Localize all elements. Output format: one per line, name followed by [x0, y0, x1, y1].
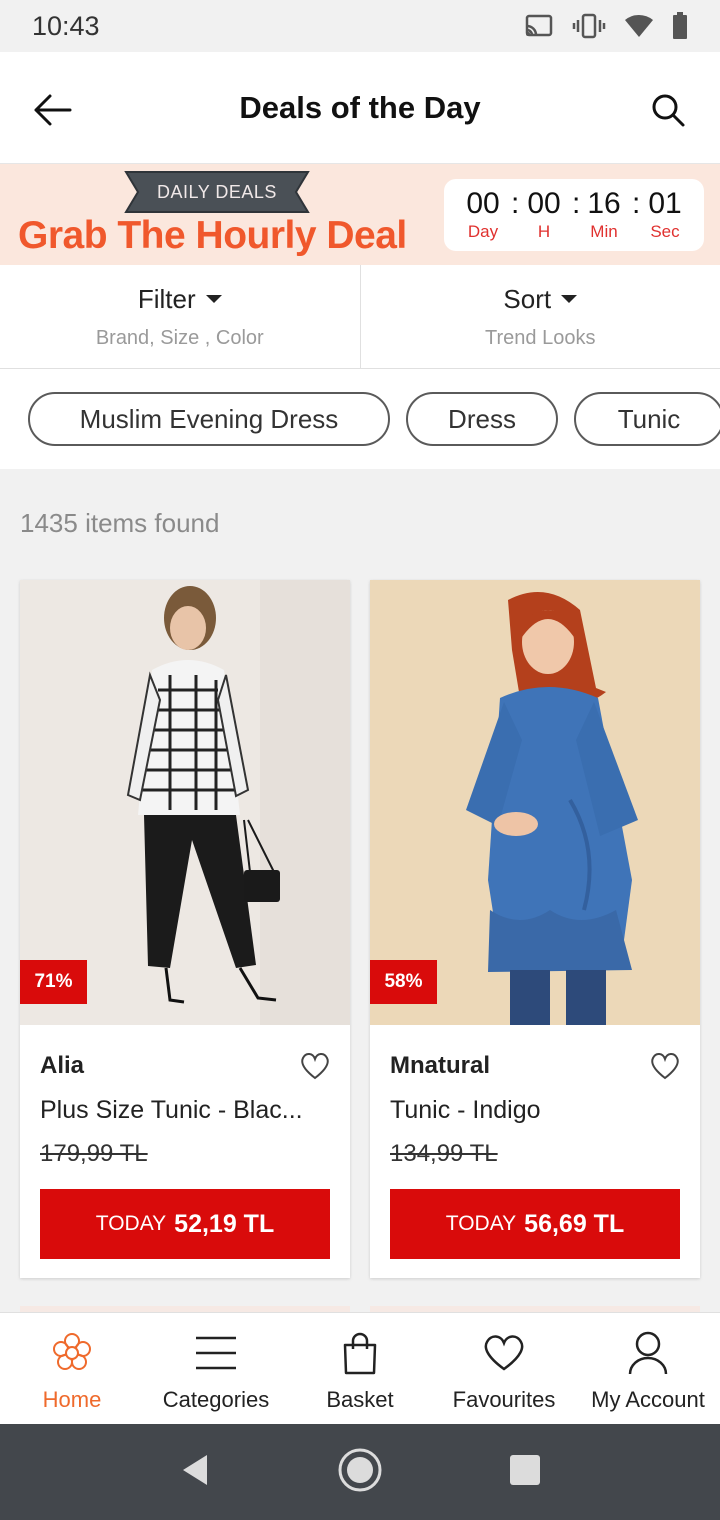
discount-badge: 58%: [370, 960, 437, 1004]
nav-my-account[interactable]: My Account: [576, 1313, 720, 1424]
today-price-button[interactable]: TODAY 52,19 TL: [40, 1189, 330, 1259]
nav-home-label: Home: [42, 1387, 102, 1412]
filter-subtitle: Brand, Size , Color: [95, 326, 264, 349]
today-price: 52,19 TL: [174, 1209, 275, 1238]
search-button[interactable]: [646, 88, 690, 132]
countdown-day: 00 Day: [466, 187, 500, 241]
countdown-minute: 16 Min: [587, 187, 621, 241]
heart-icon: [482, 1331, 526, 1375]
system-home-icon[interactable]: [337, 1447, 383, 1498]
old-price: 179,99 TL: [40, 1140, 148, 1167]
sort-subtitle: Trend Looks: [485, 326, 596, 349]
caret-down-icon: [561, 295, 578, 303]
old-price: 134,99 TL: [390, 1140, 498, 1167]
today-label: TODAY: [95, 1212, 167, 1235]
today-price-button[interactable]: TODAY 56,69 TL: [390, 1189, 680, 1259]
nav-favourites-label: Favourites: [452, 1387, 556, 1412]
chip-tunic[interactable]: Tunic: [574, 392, 720, 446]
nav-home[interactable]: Home: [0, 1313, 144, 1424]
system-navigation-bar: [0, 1424, 720, 1520]
countdown-timer: 00 Day : 00 H : 16 Min : 01 Sec: [444, 179, 704, 251]
menu-icon: [194, 1331, 238, 1375]
system-recents-icon[interactable]: [509, 1454, 541, 1491]
deal-banner[interactable]: DAILY DEALS Grab The Hourly Deal 00 Day …: [0, 164, 720, 265]
today-label: TODAY: [445, 1212, 517, 1235]
shopping-bag-icon: [338, 1331, 382, 1375]
filter-sort-bar: Filter Brand, Size , Color Sort Trend Lo…: [0, 265, 720, 369]
category-chips: Muslim Evening Dress Dress Tunic: [0, 369, 720, 469]
product-title: Plus Size Tunic - Blac...: [40, 1096, 303, 1124]
nav-favourites[interactable]: Favourites: [432, 1313, 576, 1424]
countdown-second: 01 Sec: [648, 187, 682, 241]
product-image[interactable]: [20, 580, 350, 1025]
page-title: Deals of the Day: [239, 89, 481, 125]
filter-button[interactable]: Filter Brand, Size , Color: [0, 265, 360, 368]
discount-badge: 71%: [20, 960, 87, 1004]
today-price: 56,69 TL: [524, 1209, 625, 1238]
caret-down-icon: [205, 295, 222, 303]
wifi-icon: [624, 14, 654, 38]
app-bar: Deals of the Day: [0, 52, 720, 164]
nav-categories[interactable]: Categories: [144, 1313, 288, 1424]
chip-dress[interactable]: Dress: [406, 392, 558, 446]
results-count: 1435 items found: [20, 508, 220, 538]
nav-basket[interactable]: Basket: [288, 1313, 432, 1424]
cast-icon: [524, 13, 554, 39]
arrow-left-icon: [34, 94, 72, 126]
bottom-navigation: Home Categories Basket Favourites My Acc…: [0, 1312, 720, 1424]
brand-name: Mnatural: [390, 1052, 491, 1079]
product-card[interactable]: 71% Alia Plus Size Tunic - Blac... 179,9…: [20, 580, 350, 1278]
heart-icon: [651, 1053, 679, 1080]
user-icon: [626, 1331, 670, 1375]
sort-label: Sort: [503, 283, 552, 314]
sort-button[interactable]: Sort Trend Looks: [359, 265, 720, 368]
filter-label: Filter: [137, 283, 196, 314]
chip-muslim-evening-dress[interactable]: Muslim Evening Dress: [28, 392, 390, 446]
search-icon: [652, 94, 685, 127]
product-card[interactable]: 58% Mnatural Tunic - Indigo 134,99 TL TO…: [370, 580, 700, 1278]
heart-icon: [301, 1053, 329, 1080]
status-time: 10:43: [32, 10, 100, 41]
battery-icon: [672, 12, 688, 40]
system-back-icon[interactable]: [179, 1453, 211, 1492]
nav-basket-label: Basket: [326, 1387, 394, 1412]
nav-my-account-label: My Account: [591, 1387, 705, 1412]
nav-categories-label: Categories: [162, 1387, 270, 1412]
product-title: Tunic - Indigo: [390, 1096, 541, 1124]
vibrate-icon: [572, 13, 606, 39]
daily-deals-ribbon: DAILY DEALS: [124, 170, 310, 214]
product-image[interactable]: [370, 580, 700, 1025]
status-icons: [524, 12, 688, 40]
status-bar: 10:43: [0, 0, 720, 52]
brand-name: Alia: [40, 1052, 85, 1079]
flower-home-icon: [50, 1331, 94, 1375]
banner-headline: Grab The Hourly Deal: [18, 214, 407, 257]
favourite-button[interactable]: [300, 1052, 330, 1080]
favourite-button[interactable]: [650, 1052, 680, 1080]
countdown-hour: 00 H: [527, 187, 561, 241]
back-button[interactable]: [30, 88, 74, 132]
